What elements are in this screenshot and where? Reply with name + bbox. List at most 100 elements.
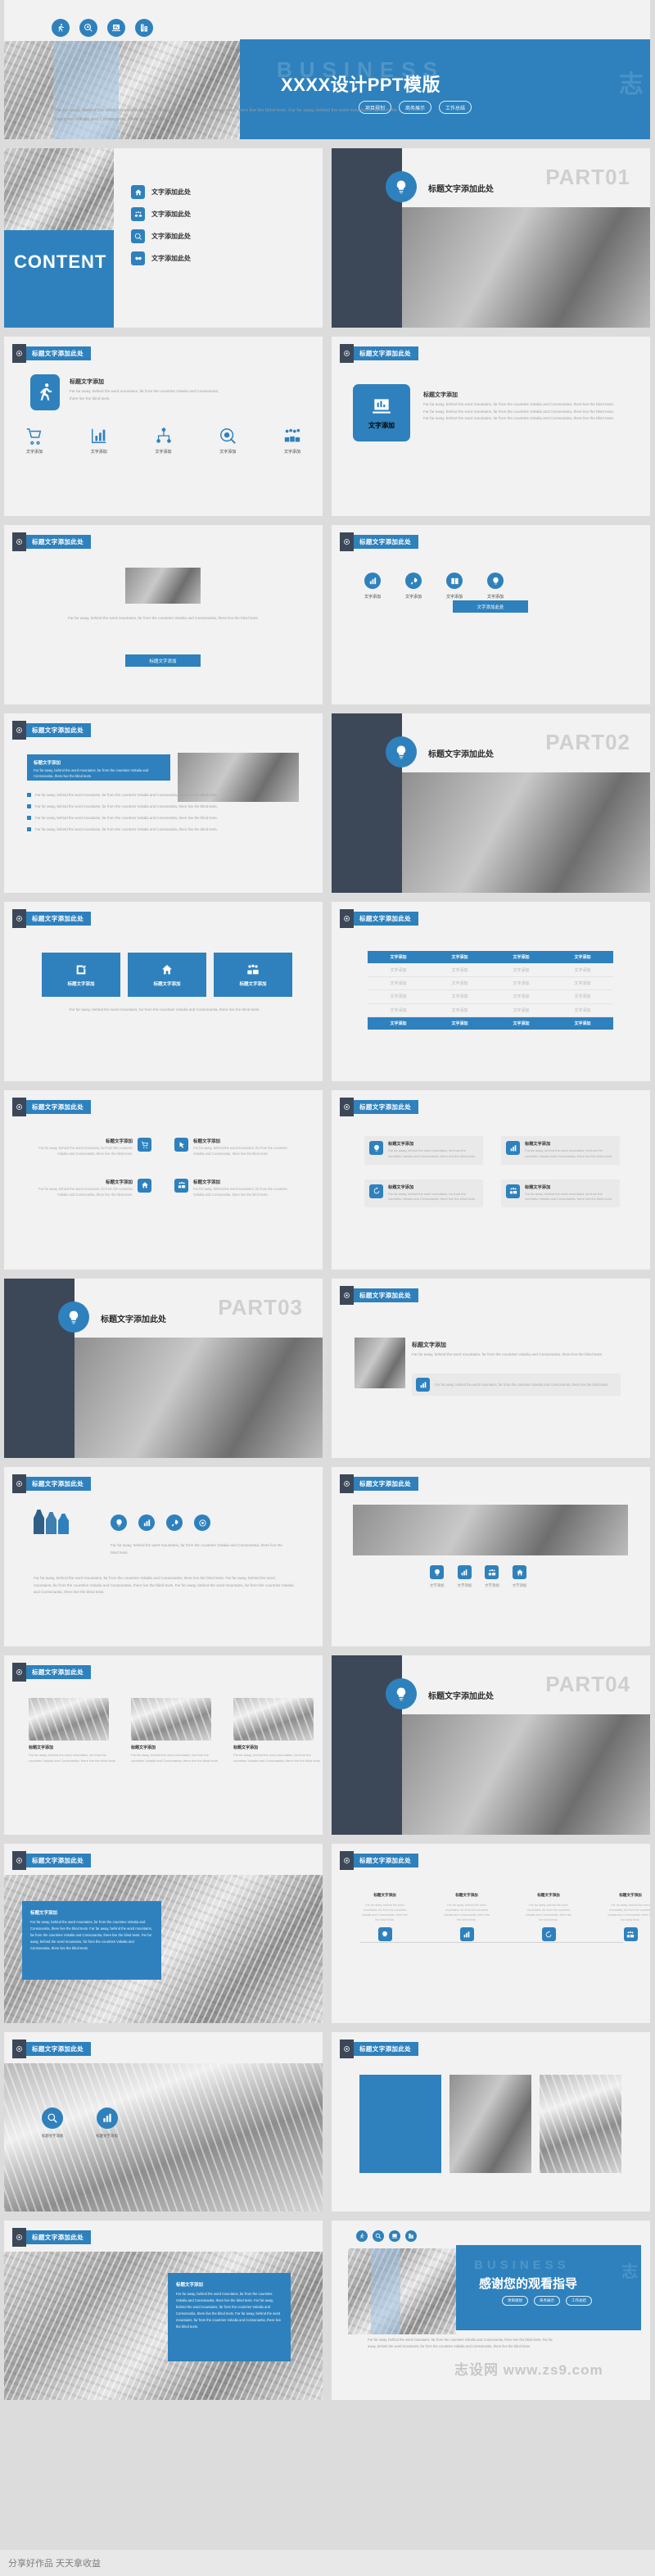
bullet-row-2: Far far away, behind the word mountains,… — [27, 815, 297, 821]
circle-icon-item-0[interactable]: 标题文字添加 — [42, 2107, 63, 2139]
quadrant-item-1[interactable]: 标题文字添加 Far far away, behind the word mou… — [174, 1138, 297, 1157]
bulb-icon — [430, 1565, 445, 1579]
content-item-3[interactable]: 文字添加此处 — [131, 251, 191, 265]
slide-four-quadrant[interactable]: 标题文字添加此处 标题文字添加 Far far away, behind the… — [4, 1090, 323, 1270]
part-photo — [402, 1714, 650, 1835]
cover-pill-1[interactable]: 商务展示 — [399, 101, 432, 114]
slide-four-boxes[interactable]: 标题文字添加此处 标题文字添加 Far far away, behind the… — [332, 1090, 650, 1270]
circle-icon-item-1[interactable]: 标题文字添加 — [96, 2107, 118, 2139]
people-paragraph-block-2: Far far away, behind the word mountains,… — [34, 1575, 294, 1596]
data-table[interactable]: 文字添加 文字添加 文字添加 文字添加 文字添加 文字添加 文字添加 文字添加 … — [368, 951, 613, 1030]
people-group-icon[interactable]: 文字添加 — [283, 427, 301, 455]
table-cell: 文字添加 — [552, 989, 613, 1004]
target-icon[interactable] — [194, 1514, 210, 1531]
bulb-icon — [487, 573, 504, 589]
bullet-text-1: Far far away, behind the word mountains,… — [35, 804, 218, 809]
side-callout-text: Far far away, behind the word mountains,… — [435, 1382, 609, 1387]
bullet-row-3: Far far away, behind the word mountains,… — [27, 826, 297, 832]
slide-content[interactable]: CONTENT 文字添加此处 文字添加此处 文字添加此处 文字添加此处 — [4, 148, 323, 328]
box-text-3: 标题文字添加 Far far away, behind the word mou… — [525, 1184, 615, 1203]
box-item-1[interactable]: 标题文字添加 Far far away, behind the word mou… — [501, 1136, 620, 1165]
box-item-0[interactable]: 标题文字添加 Far far away, behind the word mou… — [364, 1136, 483, 1165]
slide-three-photos[interactable]: 标题文字添加此处 标题文字添加 Far far away, behind the… — [4, 1655, 323, 1835]
content-item-label-0: 文字添加此处 — [151, 188, 191, 196]
table-footer-cell: 文字添加 — [429, 1016, 490, 1030]
cover-pill-2[interactable]: 工作总结 — [439, 101, 472, 114]
slide-timeline[interactable]: 标题文字添加此处 标题文字添加 Far far away, behind the… — [332, 1844, 650, 2023]
slide-photo-center[interactable]: 标题文字添加此处 Far far away, behind the word m… — [4, 525, 323, 704]
slide-part-04[interactable]: 标题文字添加此处 PART04 — [332, 1655, 650, 1835]
rocket-icon[interactable] — [166, 1514, 183, 1531]
box-item-3[interactable]: 标题文字添加 Far far away, behind the word mou… — [501, 1179, 620, 1208]
slide-feature-icons[interactable]: 标题文字添加此处 标题文字添加 Far far away, behind the… — [4, 337, 323, 516]
timeline-item-0[interactable]: 标题文字添加 Far far away, behind the word mou… — [359, 1893, 410, 1942]
bar-chart-icon[interactable] — [138, 1514, 155, 1531]
slide-big-icon-text[interactable]: 标题文字添加此处 文字添加 标题文字添加 Far far away, behin… — [332, 337, 650, 516]
bullets-header-box: 标题文字添加 Far far away, behind the word mou… — [27, 754, 170, 781]
slide-three-cards[interactable]: 标题文字添加此处 标题文字添加 标题文字添加 标题文字添加 Far far aw… — [4, 902, 323, 1081]
bulb-icon[interactable] — [111, 1514, 127, 1531]
slide-photo-badges[interactable]: 标题文字添加此处 文字添加 文字添加 文字添加 文字添加 — [332, 1467, 650, 1646]
thanks-pill-0[interactable]: 项目规划 — [502, 2296, 528, 2306]
quadrant-item-0[interactable]: 标题文字添加 Far far away, behind the word mou… — [29, 1138, 151, 1157]
slide-cover[interactable]: BUSINESS XXXX设计PPT模版 项目规划 商务展示 工作总结 志 Fa… — [4, 0, 650, 139]
bar-chart-icon[interactable]: 文字添加 — [90, 427, 108, 455]
badge-item-2[interactable]: 文字添加 — [485, 1565, 499, 1588]
slide-part-02[interactable]: 标题文字添加此处 PART02 — [332, 713, 650, 893]
handshake-icon — [131, 251, 145, 265]
slide-circle-icons-photo[interactable]: 标题文字添加此处 标题文字添加 标题文字添加 — [4, 2032, 323, 2212]
bullet-marker-icon — [27, 827, 31, 832]
slide-people-icons[interactable]: 标题文字添加此处 Far far away, behind the word m… — [4, 1467, 323, 1646]
slide-part-01[interactable]: 标题文字添加此处 PART01 — [332, 148, 650, 328]
card-0[interactable]: 标题文字添加 — [42, 953, 120, 997]
timeline-item-1[interactable]: 标题文字添加 Far far away, behind the word mou… — [441, 1893, 492, 1942]
content-item-1[interactable]: 文字添加此处 — [131, 207, 191, 221]
slide-four-icons[interactable]: 标题文字添加此处 文字添加 文字添加 文字添加 文字添加 文字添加此处 — [332, 525, 650, 704]
slide-thanks[interactable]: BUSINESS 感谢您的观看指导 项目规划 商务展示 工作总结 志 Far f… — [332, 2221, 650, 2400]
box-item-2[interactable]: 标题文字添加 Far far away, behind the word mou… — [364, 1179, 483, 1208]
slide-photo-text-right[interactable]: 标题文字添加此处 标题文字添加 Far far away, behind the… — [332, 1279, 650, 1458]
network-icon[interactable]: 文字添加 — [155, 427, 173, 455]
badge-item-1[interactable]: 文字添加 — [458, 1565, 472, 1588]
slide-photo-blue-panel[interactable]: 标题文字添加此处 标题文字添加 Far far away, behind the… — [4, 2221, 323, 2400]
header-badge-icon — [340, 909, 354, 928]
table-cell: 文字添加 — [552, 1003, 613, 1017]
quadrant-item-2[interactable]: 标题文字添加 Far far away, behind the word mou… — [29, 1178, 151, 1198]
photo-card-0[interactable]: 标题文字添加 Far far away, behind the word mou… — [29, 1698, 118, 1763]
card-1[interactable]: 标题文字添加 — [128, 953, 206, 997]
badge-item-3[interactable]: 文字添加 — [513, 1565, 526, 1588]
badge-item-0[interactable]: 文字添加 — [430, 1565, 445, 1588]
quadrant-item-3[interactable]: 标题文字添加 Far far away, behind the word mou… — [174, 1178, 297, 1198]
blue-card-0[interactable] — [359, 2075, 441, 2173]
timeline-item-2[interactable]: 标题文字添加 Far far away, behind the word mou… — [523, 1893, 574, 1942]
four-icon-item-3[interactable]: 文字添加 — [487, 573, 504, 600]
four-icon-item-2[interactable]: 文字添加 — [446, 573, 463, 600]
quadrant-text-1: 标题文字添加 Far far away, behind the word mou… — [193, 1138, 297, 1157]
slide-photo-overlay-text[interactable]: 标题文字添加此处 标题文字添加 Far far away, behind the… — [4, 1844, 323, 2023]
card-2[interactable]: 标题文字添加 — [214, 953, 292, 997]
slide-table[interactable]: 标题文字添加此处 文字添加 文字添加 文字添加 文字添加 文字添加 文字添加 文… — [332, 902, 650, 1081]
four-icon-item-1[interactable]: 文字添加 — [405, 573, 422, 600]
slide-blue-photo-cards[interactable]: 标题文字添加此处 — [332, 2032, 650, 2212]
slide-bullets-photo[interactable]: 标题文字添加此处 标题文字添加 Far far away, behind the… — [4, 713, 323, 893]
cart-icon — [138, 1138, 151, 1152]
bulb-icon — [386, 171, 417, 202]
four-icon-item-0[interactable]: 文字添加 — [364, 573, 381, 600]
side-paragraph: Far far away, behind the word mountains,… — [412, 1352, 603, 1356]
content-item-2[interactable]: 文字添加此处 — [131, 229, 191, 243]
box-para-0: Far far away, behind the word mountains,… — [388, 1148, 476, 1158]
thanks-pill-1[interactable]: 商务展示 — [534, 2296, 560, 2306]
cart-icon[interactable]: 文字添加 — [25, 427, 43, 455]
slide-header: 标题文字添加此处 — [12, 909, 92, 928]
people-silhouette-icon — [34, 1510, 69, 1534]
side-callout[interactable]: Far far away, behind the word mountains,… — [412, 1374, 621, 1396]
building-icon — [135, 19, 153, 37]
slide-part-03[interactable]: 标题文字添加此处 PART03 — [4, 1279, 323, 1458]
photo-card-2[interactable]: 标题文字添加 Far far away, behind the word mou… — [233, 1698, 323, 1763]
photo-card-1[interactable]: 标题文字添加 Far far away, behind the word mou… — [131, 1698, 220, 1763]
card-label-2: 标题文字添加 — [239, 981, 267, 987]
target-icon[interactable]: 文字添加 — [219, 427, 237, 455]
timeline-item-3[interactable]: 标题文字添加 Far far away, behind the word mou… — [605, 1893, 650, 1942]
content-item-0[interactable]: 文字添加此处 — [131, 185, 191, 199]
thanks-pill-2[interactable]: 工作总结 — [566, 2296, 592, 2306]
